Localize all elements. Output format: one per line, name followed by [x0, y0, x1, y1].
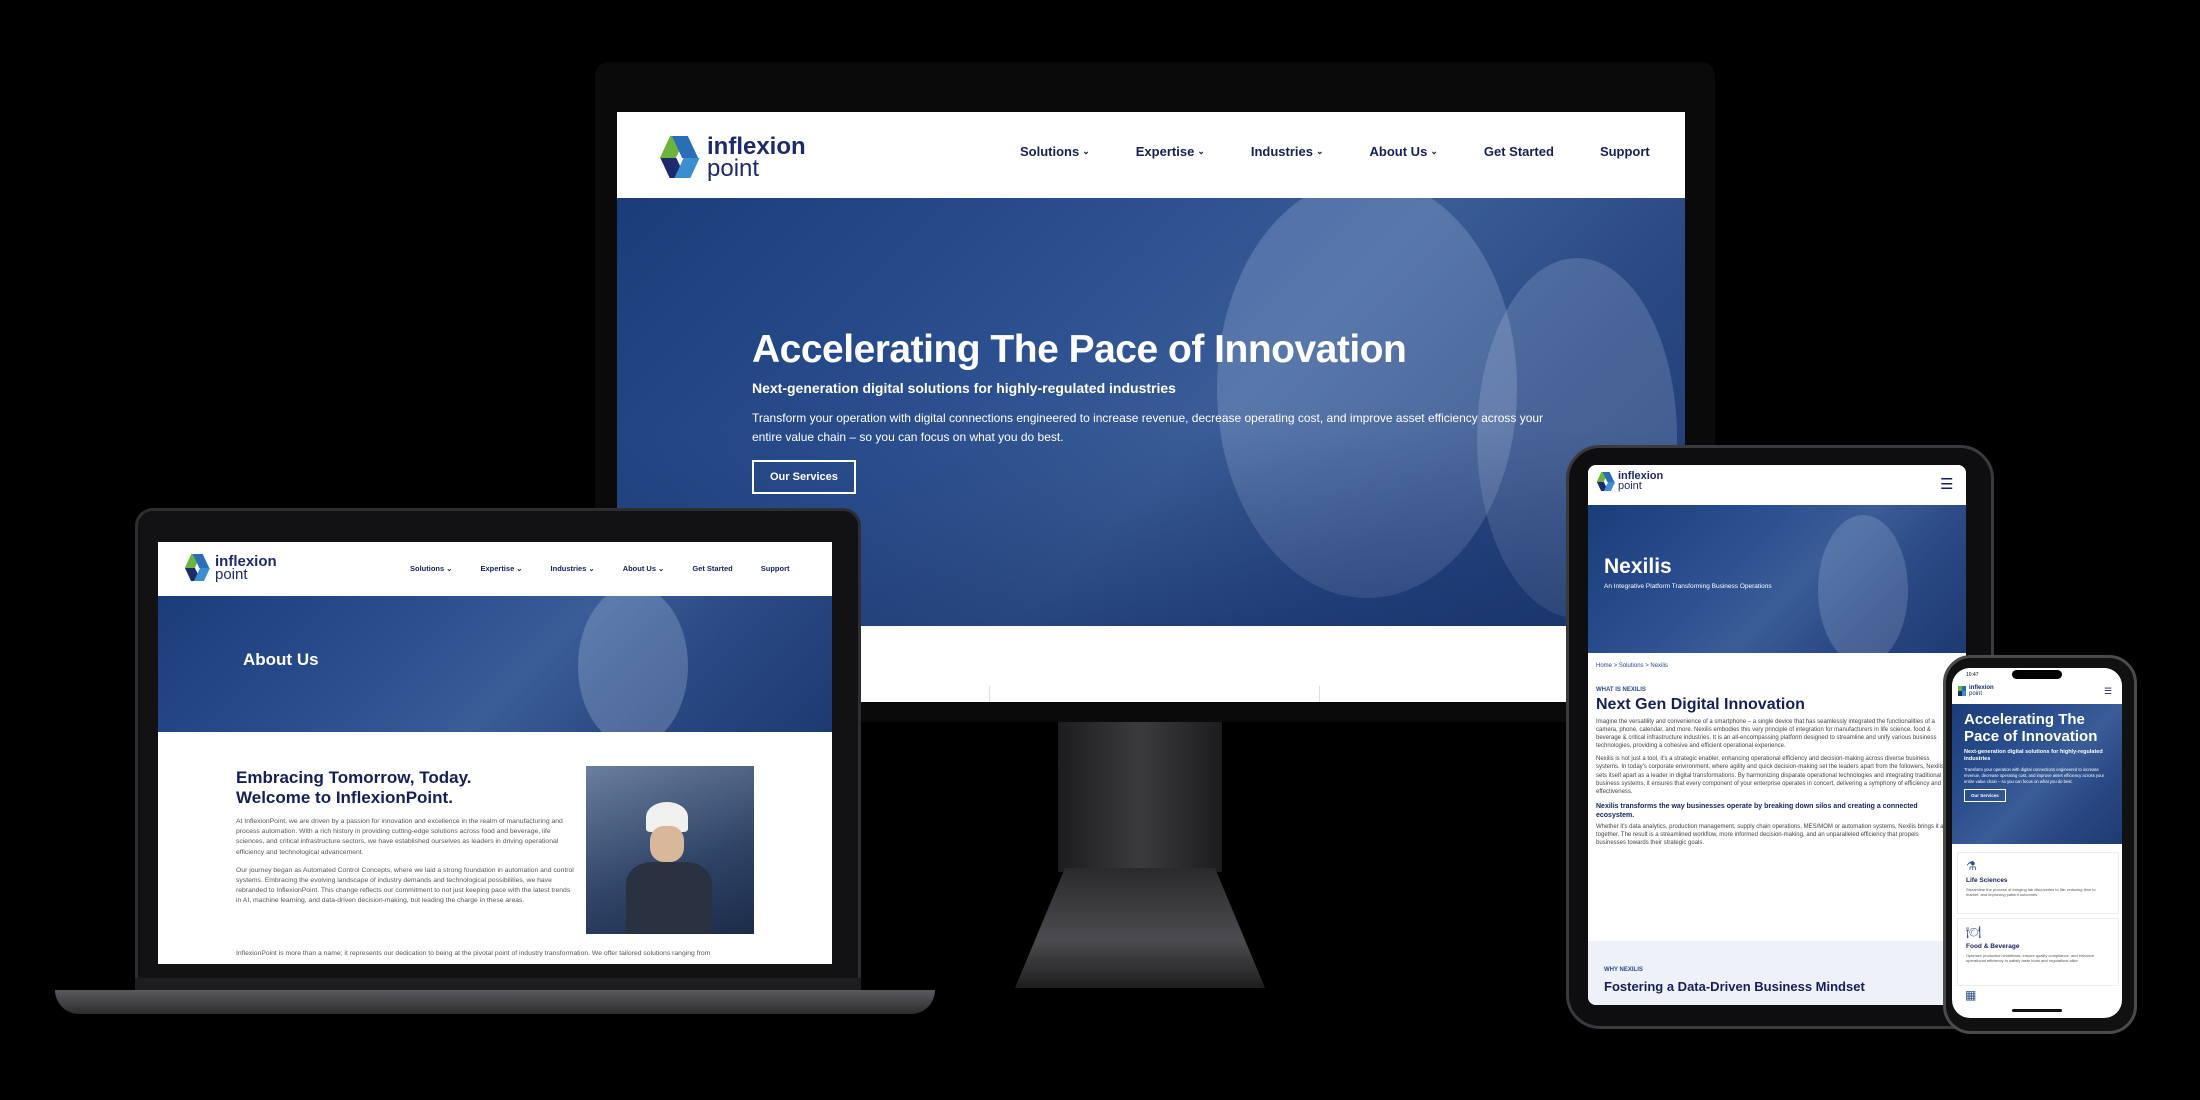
logo-mark-icon: [184, 554, 212, 582]
hero-body: Transform your operation with digital co…: [752, 411, 1544, 444]
chevron-down-icon: ⌄: [516, 564, 523, 573]
monitor-stand: [1015, 868, 1265, 988]
logo-wordmark: inflexion point: [1618, 470, 1664, 492]
desktop-header: inflexion point Solutions ⌄ Expertise ⌄ In…: [617, 112, 1685, 198]
logo-text-line2: point: [707, 155, 760, 182]
monitor-neck: [1058, 722, 1222, 872]
welcome-heading: Embracing Tomorrow, Today. Welcome to In…: [236, 768, 472, 807]
nav-solutions[interactable]: Solutions ⌄: [1020, 144, 1090, 159]
engineer-photo: [586, 766, 754, 934]
tablet-content: WHAT IS NEXILIS Next Gen Digital Innovat…: [1596, 687, 1948, 847]
phone-hero-subtitle: Next-generation digital solutions for hi…: [1964, 749, 2103, 763]
tablet-screen: inflexion point ☰ Nexilis An Integrative…: [1588, 465, 1966, 1005]
desktop-nav: Solutions ⌄ Expertise ⌄ Industries ⌄ About …: [1020, 144, 1650, 159]
building-icon: ▦: [1965, 988, 1977, 1002]
nav-support[interactable]: Support: [761, 564, 790, 573]
chevron-down-icon: ⌄: [658, 564, 665, 573]
about-para-1: At InflexionPoint, we are driven by a pa…: [236, 818, 563, 856]
hamburger-menu-icon[interactable]: ☰: [1940, 475, 1953, 493]
chevron-down-icon: ⌄: [1430, 146, 1438, 156]
phone-hero-body: Transform your operation with digital co…: [1964, 767, 2105, 784]
nav-support[interactable]: Support: [1600, 144, 1650, 159]
tablet-hero: Nexilis An Integrative Platform Transfor…: [1588, 505, 1966, 653]
logo-mark-icon: [1957, 686, 1968, 697]
chevron-down-icon: ⌄: [1315, 146, 1324, 156]
nav-expertise[interactable]: Expertise ⌄: [480, 564, 522, 573]
next-gen-heading: Next Gen Digital Innovation: [1596, 696, 1805, 713]
logo-mark-icon: [1596, 472, 1616, 492]
nexilis-para-1: Imagine the versatility and convenience …: [1596, 719, 1937, 750]
life-sciences-title: Life Sciences: [1966, 877, 2008, 884]
nexilis-bold-statement: Nexilis transforms the way businesses op…: [1596, 802, 1918, 819]
why-nexilis-section: WHY NEXILIS Fostering a Data-Driven Busi…: [1588, 941, 1966, 1005]
food-beverage-body: Optimize production workflows, ensure qu…: [1966, 953, 2095, 964]
phone-logo[interactable]: inflexion point: [1957, 685, 1994, 697]
nexilis-para-3: Whether it's data analytics, production …: [1596, 824, 1947, 847]
eyebrow-what-is: WHAT IS NEXILIS: [1596, 687, 1646, 693]
nav-industries[interactable]: Industries ⌄: [1251, 144, 1324, 159]
laptop-logo[interactable]: inflexion point: [184, 554, 277, 582]
flask-icon: ⚗: [1966, 859, 1977, 873]
about-us-title: About Us: [243, 650, 319, 669]
home-indicator[interactable]: [2012, 1009, 2062, 1012]
nexilis-para-2: Nexilis is not just a tool, it's a strat…: [1596, 756, 1944, 795]
phone-header: inflexion point ☰: [1952, 682, 2122, 704]
hero-title: Accelerating The Pace of Innovation: [752, 328, 1407, 371]
nexilis-title: Nexilis: [1604, 555, 1672, 578]
nav-solutions[interactable]: Solutions ⌄: [410, 564, 452, 573]
phone-hero: Accelerating The Pace of Innovation Next…: [1952, 704, 2122, 844]
laptop-content: Embracing Tomorrow, Today. Welcome to In…: [236, 768, 576, 907]
phone-status-bar: 10:47: [1952, 668, 2122, 682]
nav-get-started[interactable]: Get Started: [1484, 144, 1554, 159]
life-sciences-card[interactable]: ⚗ Life Sciences Streamline the process o…: [1957, 852, 2119, 914]
life-sciences-body: Streamline the process of bringing lab d…: [1966, 887, 2096, 898]
desktop-logo[interactable]: inflexion point: [659, 135, 806, 182]
phone-notch: [2012, 670, 2062, 679]
chevron-down-icon: ⌄: [1082, 146, 1090, 156]
nav-about-us[interactable]: About Us ⌄: [1370, 144, 1438, 159]
utensils-icon: 🍽: [1966, 925, 1982, 939]
desktop-hero-content: Accelerating The Pace of Innovation Next…: [752, 328, 1632, 495]
breadcrumb[interactable]: Home > Solutions > Nexilis: [1596, 663, 1668, 669]
hero-subtitle: Next-generation digital solutions for hi…: [752, 380, 1176, 396]
nav-about-us[interactable]: About Us ⌄: [623, 564, 665, 573]
laptop-header: inflexion point Solutions ⌄ Expertise ⌄ In…: [158, 542, 832, 596]
food-beverage-card[interactable]: 🍽 Food & Beverage Optimize production wo…: [1957, 918, 2119, 986]
phone-hero-content: Accelerating The Pace of Innovation Next…: [1964, 711, 2114, 803]
chevron-down-icon: ⌄: [446, 564, 453, 573]
logo-wordmark: inflexion point: [1969, 685, 1994, 697]
chevron-down-icon: ⌄: [1197, 146, 1205, 156]
phone-our-services-button[interactable]: Our Services: [1964, 789, 2006, 803]
eyebrow-why: WHY NEXILIS: [1604, 967, 1643, 973]
chevron-down-icon: ⌄: [588, 564, 595, 573]
nav-get-started[interactable]: Get Started: [692, 564, 732, 573]
our-services-button[interactable]: Our Services: [752, 460, 856, 495]
logo-wordmark: inflexion point: [215, 552, 277, 583]
laptop-screen: inflexion point Solutions ⌄ Expertise ⌄ In…: [158, 542, 832, 964]
laptop-base: [55, 990, 935, 1014]
tablet-header: inflexion point ☰: [1588, 465, 1966, 505]
logo-mark-icon: [659, 136, 703, 180]
laptop-nav: Solutions ⌄ Expertise ⌄ Industries ⌄ About …: [410, 564, 790, 573]
tablet-logo[interactable]: inflexion point: [1596, 470, 1664, 492]
phone-screen: 10:47 inflexion point ☰ Accelerating The…: [1952, 668, 2122, 1018]
about-para-2: Our journey began as Automated Control C…: [236, 866, 574, 905]
logo-wordmark: inflexion point: [707, 135, 806, 182]
food-beverage-title: Food & Beverage: [1966, 943, 2020, 950]
nav-expertise[interactable]: Expertise ⌄: [1136, 144, 1205, 159]
hamburger-menu-icon[interactable]: ☰: [2104, 686, 2112, 697]
laptop-banner: About Us: [158, 596, 832, 732]
phone-hero-title: Accelerating The Pace of Innovation: [1964, 711, 2098, 745]
fostering-heading: Fostering a Data-Driven Business Mindset: [1604, 979, 1865, 994]
nav-industries[interactable]: Industries ⌄: [551, 564, 595, 573]
nexilis-subtitle: An Integrative Platform Transforming Bus…: [1604, 583, 1772, 590]
phone-time: 10:47: [1966, 672, 1979, 678]
about-para-3: InflexionPoint is more than a name; it r…: [236, 950, 711, 957]
